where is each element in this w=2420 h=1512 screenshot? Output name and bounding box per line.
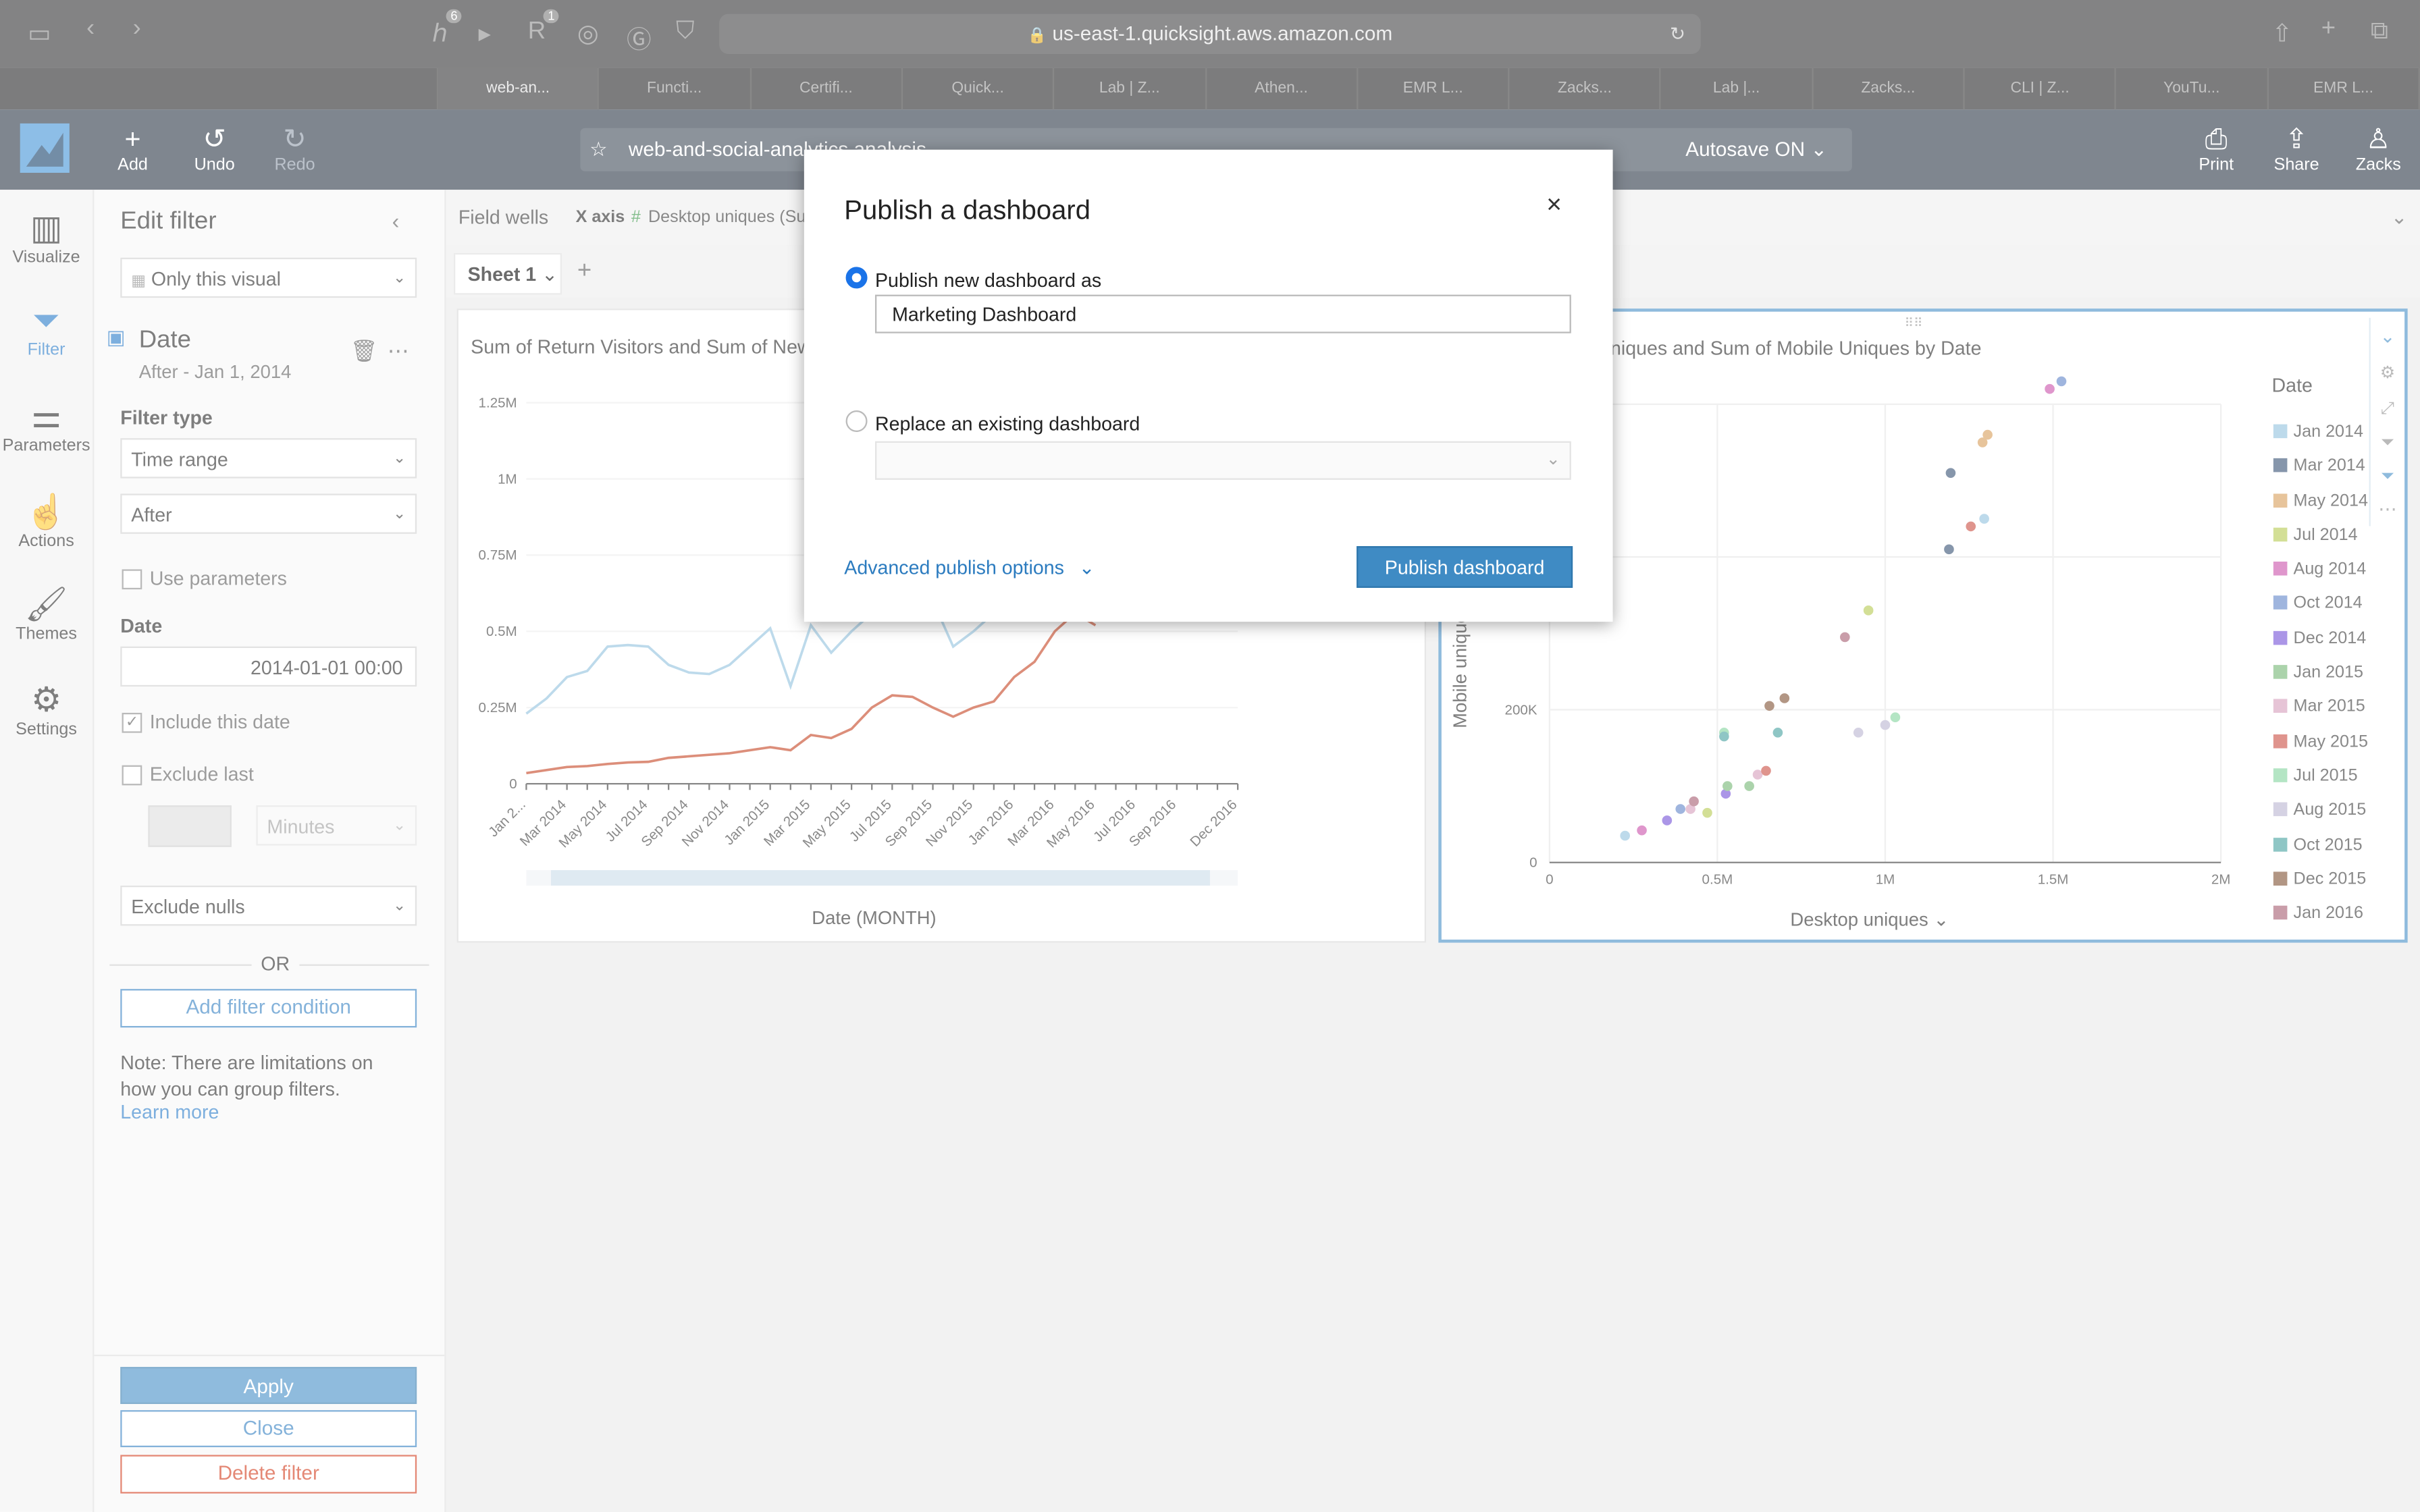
publish-new-label: Publish new dashboard as (874, 269, 1102, 292)
replace-existing-label: Replace an existing dashboard (874, 413, 1140, 435)
existing-dashboard-select[interactable]: ⌄ (874, 441, 1571, 480)
dialog-title: Publish a dashboard (844, 194, 1090, 225)
radio-dot (851, 273, 862, 283)
close-icon[interactable]: × (1546, 190, 1562, 221)
dashboard-name-input[interactable] (874, 294, 1571, 333)
replace-existing-radio[interactable] (845, 410, 868, 432)
publish-new-radio[interactable] (845, 267, 868, 289)
publish-dashboard-dialog: Publish a dashboard × Publish new dashbo… (804, 149, 1613, 622)
publish-dashboard-button[interactable]: Publish dashboard (1357, 546, 1573, 588)
advanced-options-label: Advanced publish options (844, 557, 1064, 579)
chevron-down-icon: ⌄ (1546, 450, 1560, 469)
advanced-options-link[interactable]: Advanced publish options ⌄ (844, 556, 1095, 578)
double-chevron-down-icon: ⌄ (1078, 557, 1095, 579)
